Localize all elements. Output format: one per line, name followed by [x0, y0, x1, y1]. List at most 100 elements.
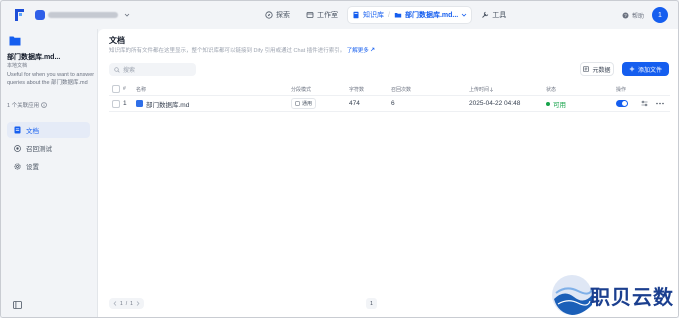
top-bar: 探索 工作室 知识库 / 部门数据库.md... 工具 ? 帮助 1 — [1, 1, 678, 29]
external-link-icon — [371, 47, 375, 52]
app-window: 探索 工作室 知识库 / 部门数据库.md... 工具 ? 帮助 1 部门数据库… — [0, 0, 679, 318]
search-icon — [114, 66, 120, 73]
folder-icon — [394, 13, 402, 18]
row-checkbox[interactable] — [112, 96, 120, 111]
chunk-mode-badge: 通用 — [291, 98, 317, 109]
settings-action[interactable] — [641, 96, 648, 111]
nav-knowledge[interactable]: 知识库 / 部门数据库.md... — [348, 7, 472, 23]
nav-tools[interactable]: 工具 — [475, 7, 512, 23]
status-dot — [546, 101, 550, 106]
row-upload-time: 2025-04-22 04:48 — [469, 100, 521, 107]
search-placeholder: 搜索 — [123, 68, 136, 74]
help-circle-icon: ? — [622, 12, 629, 18]
plus-icon — [629, 66, 635, 72]
kb-title: 部门数据库.md... — [7, 54, 61, 61]
watermark-text: 职贝云数 — [590, 285, 674, 309]
help-button[interactable]: ? 帮助 — [622, 11, 644, 20]
col-chunk-mode: 分段模式 — [291, 86, 312, 93]
page-number-button[interactable]: 1 — [366, 298, 377, 309]
metadata-button[interactable]: 元数据 — [580, 62, 614, 76]
col-upload-time-label: 上传时间 — [469, 86, 490, 93]
nav-separator: / — [388, 11, 390, 19]
chevron-right-icon[interactable] — [136, 301, 140, 306]
status-text: 可用 — [553, 101, 566, 109]
sidebar-item-settings[interactable]: 设置 — [7, 158, 90, 174]
dify-logo-icon[interactable] — [15, 9, 25, 21]
kb-description: Useful for when you want to answer queri… — [7, 72, 95, 86]
general-mode-icon — [295, 101, 300, 106]
nav-studio[interactable]: 工作室 — [300, 7, 344, 23]
col-name: 名称 — [136, 86, 147, 93]
enable-toggle[interactable] — [616, 96, 628, 111]
page-title: 文档 — [109, 36, 125, 45]
nav-studio-label: 工作室 — [317, 12, 338, 19]
more-dots-icon — [656, 102, 664, 105]
status-badge: 可用 — [546, 96, 566, 111]
folder-icon — [9, 36, 21, 46]
metadata-button-label: 元数据 — [592, 67, 611, 74]
chevron-down-icon[interactable] — [461, 12, 467, 18]
workspace-name-blurred — [48, 12, 118, 18]
nav-current-kb[interactable]: 部门数据库.md... — [405, 10, 458, 20]
info-icon — [41, 102, 47, 108]
sidebar-collapse-icon[interactable] — [13, 301, 22, 309]
workspace-avatar — [35, 10, 45, 20]
sidebar-item-recall[interactable]: 召回测试 — [7, 140, 90, 156]
main-nav: 探索 工作室 知识库 / 部门数据库.md... 工具 — [259, 7, 512, 23]
pagination: 1 / 1 — [109, 298, 144, 309]
pagination-divider: / — [125, 300, 128, 307]
nav-tools-label: 工具 — [492, 12, 507, 19]
row-chunk-mode: 通用 — [291, 96, 317, 111]
sidebar-item-label: 文档 — [26, 128, 39, 135]
col-status: 状态 — [546, 86, 557, 93]
sidebar-item-documents[interactable]: 文档 — [7, 122, 90, 138]
sort-down-icon — [489, 87, 494, 92]
metadata-icon — [583, 66, 590, 72]
sidebar-item-label: 设置 — [26, 164, 39, 171]
markdown-file-icon — [136, 100, 143, 107]
user-avatar[interactable]: 1 — [652, 7, 668, 23]
documents-table: # 名称 分段模式 字符数 召回次数 上传时间 状态 操作 1 部门数据库.md — [109, 83, 670, 112]
row-index: 1 — [123, 100, 127, 107]
pagination-total: 1 — [130, 300, 133, 307]
col-index: # — [123, 86, 126, 92]
row-recall-count: 6 — [391, 100, 395, 107]
nav-explore[interactable]: 探索 — [259, 7, 296, 23]
workspace-switcher[interactable] — [35, 9, 130, 21]
knowledge-sidebar: 部门数据库.md... 本地文档 Useful for when you wan… — [1, 29, 98, 317]
target-icon — [14, 144, 21, 152]
checkbox-box — [112, 99, 120, 108]
nav-knowledge-label: 知识库 — [363, 12, 384, 19]
add-file-button[interactable]: 添加文件 — [622, 62, 669, 76]
search-input[interactable]: 搜索 — [109, 63, 196, 76]
chunk-mode-text: 通用 — [302, 101, 313, 107]
table-header: # 名称 分段模式 字符数 召回次数 上传时间 状态 操作 — [109, 83, 670, 96]
add-file-button-label: 添加文件 — [637, 67, 662, 74]
pagination-current[interactable]: 1 — [120, 301, 123, 307]
col-recall-count: 召回次数 — [391, 86, 412, 93]
kb-related-apps-label: 1 个关联应用 — [7, 103, 40, 109]
row-chars: 474 — [349, 100, 360, 107]
book-icon — [353, 11, 359, 19]
kb-type: 本地文档 — [7, 63, 28, 69]
help-label: 帮助 — [631, 13, 644, 20]
col-upload-time[interactable]: 上传时间 — [469, 83, 494, 95]
learn-more-label: 了解更多 — [346, 48, 369, 54]
sliders-icon — [641, 100, 648, 107]
row-name[interactable]: 部门数据库.md — [136, 96, 189, 111]
document-icon — [14, 126, 21, 134]
page-description-text: 知识库的所有文件都在这里显示，整个知识库都可以链接到 Dify 引用或通过 Ch… — [109, 48, 346, 54]
tools-icon — [482, 11, 489, 18]
chevron-left-icon[interactable] — [113, 301, 117, 306]
table-row[interactable]: 1 部门数据库.md 通用 474 6 2025-04-22 04:48 可用 — [109, 96, 670, 112]
kb-related-apps[interactable]: 1 个关联应用 — [7, 101, 47, 109]
sidebar-item-label: 召回测试 — [26, 146, 52, 153]
toggle-switch — [616, 100, 628, 107]
more-actions[interactable] — [656, 96, 664, 111]
page-description: 知识库的所有文件都在这里显示，整个知识库都可以链接到 Dify 引用或通过 Ch… — [109, 46, 375, 54]
gear-icon — [14, 162, 21, 170]
learn-more-link[interactable]: 了解更多 — [346, 47, 376, 54]
select-all-checkbox[interactable] — [112, 83, 120, 95]
compass-icon — [265, 11, 273, 19]
row-name-text: 部门数据库.md — [146, 101, 190, 109]
